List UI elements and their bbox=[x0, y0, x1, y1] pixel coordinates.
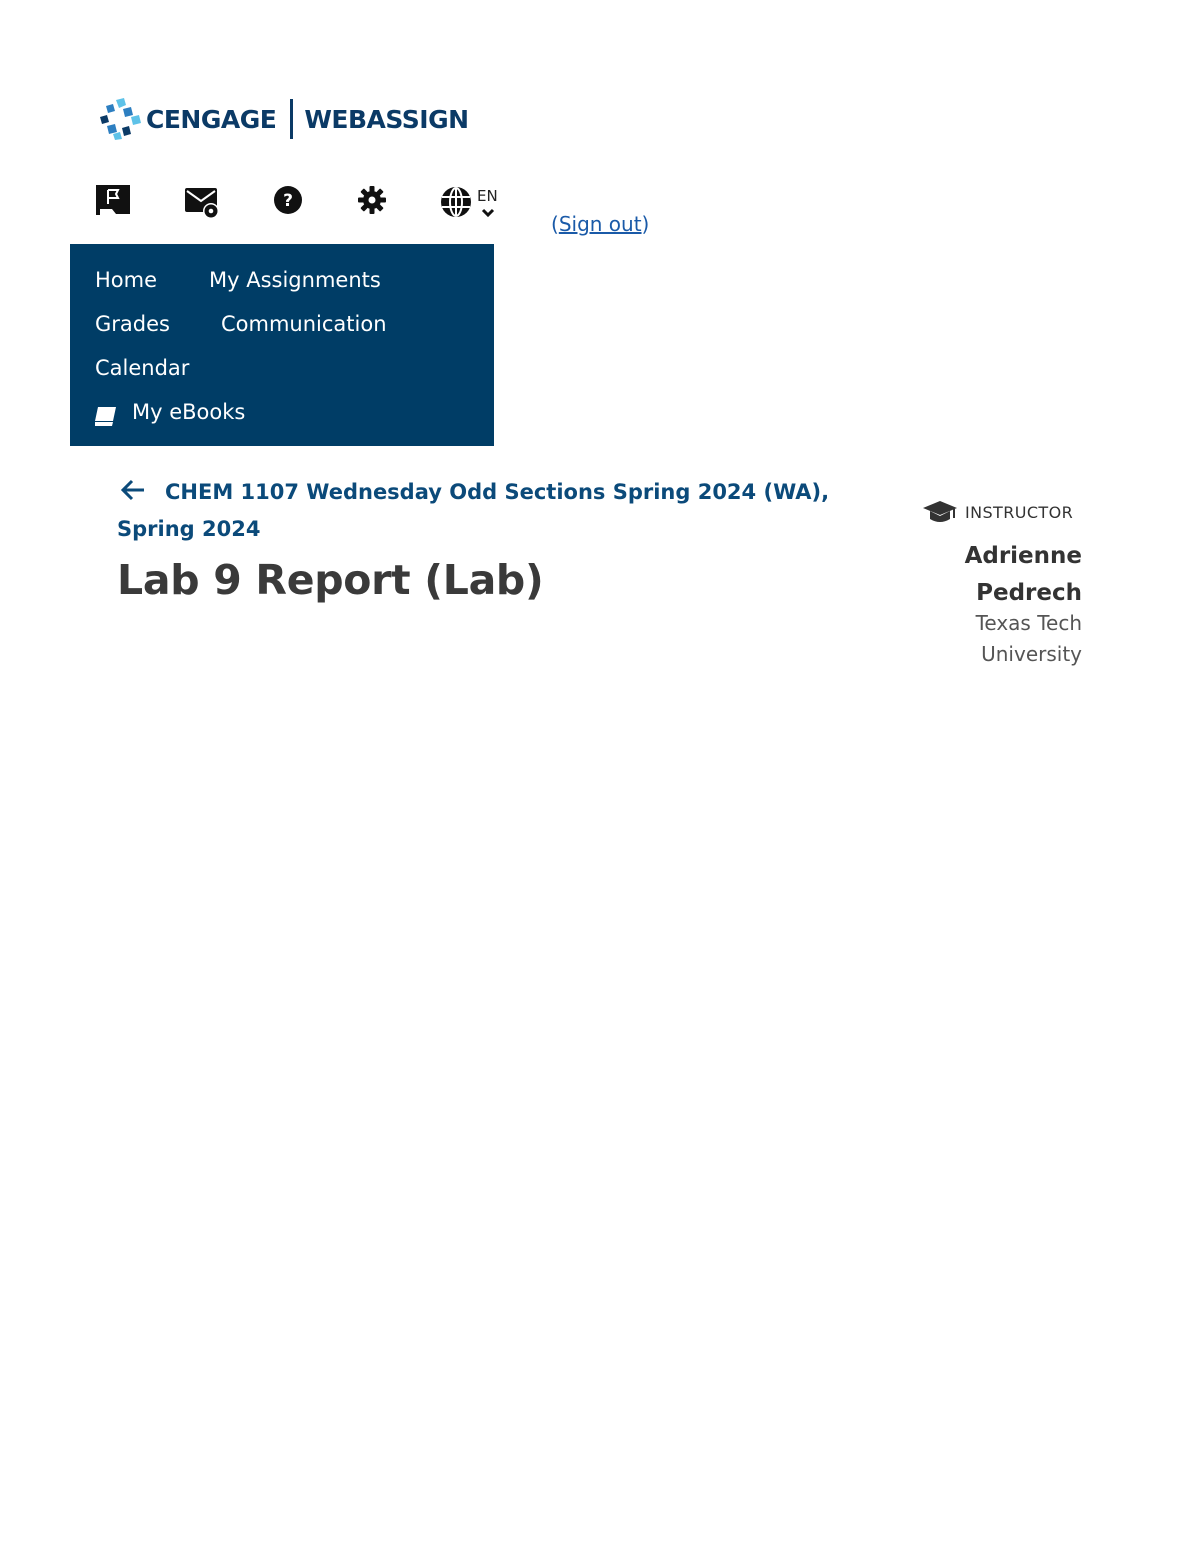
logo-divider bbox=[290, 99, 294, 139]
flag-icon[interactable] bbox=[94, 184, 132, 216]
chevron-down-icon[interactable] bbox=[481, 208, 495, 218]
logo-cengage-text: CENGAGE bbox=[146, 104, 277, 134]
globe-icon[interactable] bbox=[440, 186, 474, 218]
course-back-link[interactable]: CHEM 1107 Wednesday Odd Sections Spring … bbox=[117, 474, 837, 548]
nav-item-grades[interactable]: Grades bbox=[95, 312, 170, 336]
book-icon bbox=[95, 407, 116, 426]
mail-settings-icon[interactable] bbox=[184, 186, 222, 220]
language-code[interactable]: EN bbox=[477, 187, 498, 205]
gear-icon[interactable] bbox=[357, 185, 387, 215]
nav-item-my-assignments[interactable]: My Assignments bbox=[209, 268, 381, 292]
page-title: Lab 9 Report (Lab) bbox=[117, 556, 544, 604]
instructor-name: Adrienne Pedrech bbox=[964, 543, 1082, 606]
sign-out-open-paren: ( bbox=[551, 212, 559, 236]
main-nav: Home My Assignments Grades Communication… bbox=[70, 244, 494, 446]
graduation-cap-icon bbox=[923, 501, 957, 522]
instructor-school: Texas Tech University bbox=[975, 611, 1082, 666]
cengage-logo-icon bbox=[100, 98, 141, 140]
cengage-webassign-logo[interactable]: CENGAGE WEBASSIGN bbox=[98, 98, 469, 140]
help-icon[interactable]: ? bbox=[273, 185, 303, 215]
sign-out-container: (Sign out) bbox=[551, 212, 649, 236]
nav-item-communication[interactable]: Communication bbox=[221, 312, 387, 336]
logo-webassign-text: WEBASSIGN bbox=[304, 104, 469, 134]
nav-item-home[interactable]: Home bbox=[95, 268, 157, 292]
nav-item-my-ebooks[interactable]: My eBooks bbox=[132, 400, 245, 424]
instructor-label: INSTRUCTOR bbox=[965, 503, 1074, 522]
svg-text:?: ? bbox=[283, 191, 293, 211]
nav-item-calendar[interactable]: Calendar bbox=[95, 356, 189, 380]
sign-out-link[interactable]: Sign out bbox=[559, 212, 642, 236]
sign-out-close-paren: ) bbox=[641, 212, 650, 236]
